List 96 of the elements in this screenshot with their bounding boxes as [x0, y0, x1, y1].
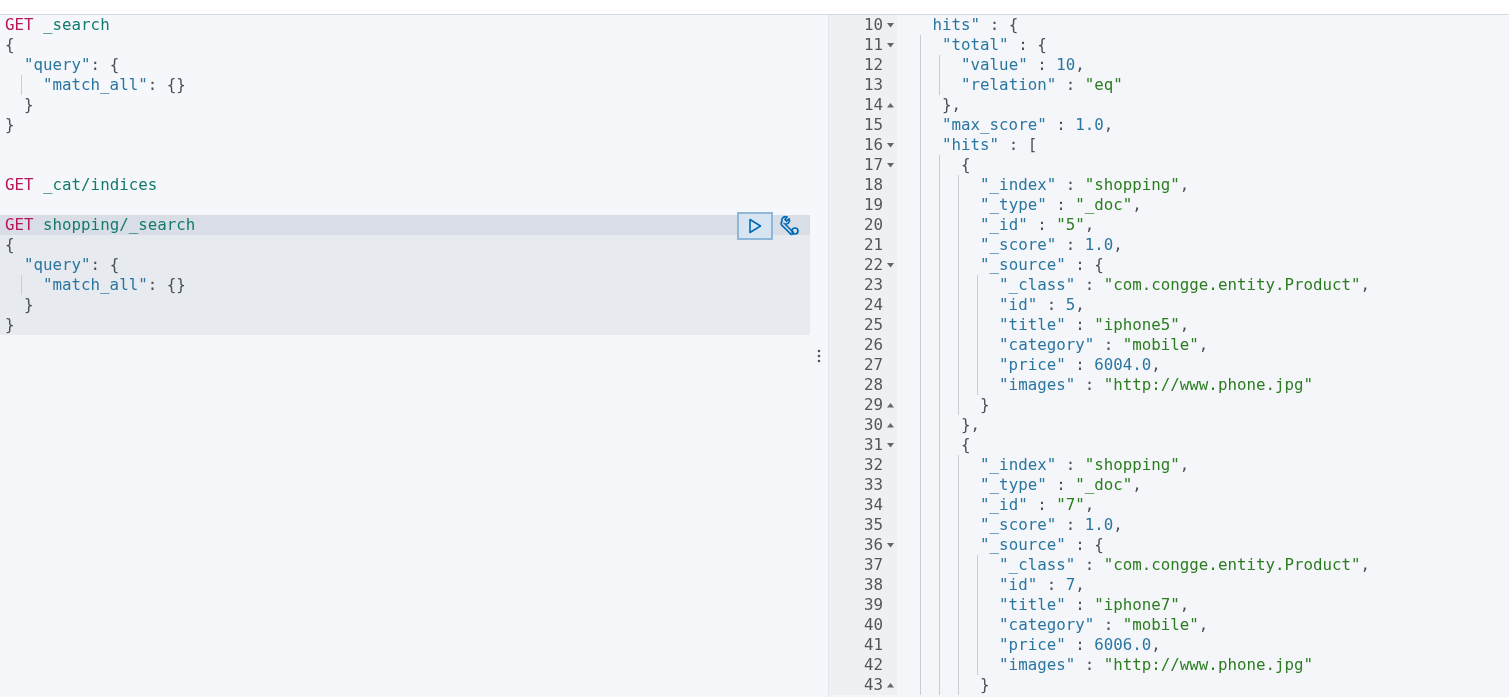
code-line: "_id" : "7", [979, 495, 1095, 515]
code-line: }, [960, 415, 981, 435]
line-number: 18 [863, 175, 883, 195]
line-number: 14 [863, 95, 883, 115]
code-line: GET shopping/_search [5, 215, 196, 235]
wrench-icon[interactable] [779, 215, 801, 237]
code-line: "match_all": {} [42, 275, 186, 295]
line-number: 41 [863, 635, 883, 655]
fold-arrow-icon[interactable] [886, 402, 894, 408]
line-number: 27 [863, 355, 883, 375]
code-line: } [5, 315, 15, 335]
code-line: "_type" : "_doc", [979, 475, 1142, 495]
fold-arrow-icon[interactable] [886, 422, 894, 428]
fold-arrow-icon[interactable] [886, 102, 894, 108]
play-icon [748, 218, 762, 234]
code-line: "images" : "http://www.phone.jpg" [998, 375, 1313, 395]
line-number: 22 [863, 255, 883, 275]
line-number: 40 [863, 615, 883, 635]
code-line: "category" : "mobile", [998, 335, 1209, 355]
code-line: "_class" : "com.congge.entity.Product", [998, 555, 1371, 575]
line-number: 39 [863, 595, 883, 615]
line-number: 15 [863, 115, 883, 135]
fold-arrow-icon[interactable] [886, 42, 894, 48]
line-number: 25 [863, 315, 883, 335]
line-number: 23 [863, 275, 883, 295]
code-line: "_type" : "_doc", [979, 195, 1142, 215]
resize-handle-icon[interactable] [817, 349, 821, 363]
code-line: "total" : { [941, 35, 1047, 55]
code-line: { [5, 235, 15, 255]
fold-arrow-icon[interactable] [886, 442, 894, 448]
line-number: 13 [863, 75, 883, 95]
run-button[interactable] [737, 212, 773, 240]
code-line: "relation" : "eq" [960, 75, 1123, 95]
line-number: 29 [863, 395, 883, 415]
line-number: 24 [863, 295, 883, 315]
code-line: "value" : 10, [960, 55, 1085, 75]
code-line: "query": { [23, 255, 120, 275]
line-number: 34 [863, 495, 883, 515]
line-number: 42 [863, 655, 883, 675]
line-number: 17 [863, 155, 883, 175]
line-number: 12 [863, 55, 883, 75]
line-number: 28 [863, 375, 883, 395]
code-line: "_score" : 1.0, [979, 235, 1123, 255]
fold-arrow-icon[interactable] [886, 542, 894, 548]
line-number: 16 [863, 135, 883, 155]
code-line: { [960, 435, 971, 455]
line-number: 30 [863, 415, 883, 435]
code-line: "match_all": {} [42, 75, 186, 95]
line-number: 32 [863, 455, 883, 475]
code-line: } [979, 675, 990, 695]
code-line: "price" : 6006.0, [998, 635, 1161, 655]
line-number: 38 [863, 575, 883, 595]
fold-arrow-icon[interactable] [886, 142, 894, 148]
code-line: "title" : "iphone7", [998, 595, 1190, 615]
line-number: 11 [863, 35, 883, 55]
code-line: "hits" : [ [941, 135, 1038, 155]
code-line: "id" : 7, [998, 575, 1085, 595]
fold-arrow-icon[interactable] [886, 162, 894, 168]
code-line: "category" : "mobile", [998, 615, 1209, 635]
line-number: 26 [863, 335, 883, 355]
code-line: "price" : 6004.0, [998, 355, 1161, 375]
code-line: "id" : 5, [998, 295, 1085, 315]
code-line: { [5, 35, 15, 55]
line-number: 35 [863, 515, 883, 535]
code-line: } [23, 95, 34, 115]
code-line: GET _search [5, 15, 110, 35]
code-line: "_index" : "shopping", [979, 455, 1190, 475]
line-number: 10 [863, 15, 883, 35]
code-line: GET _cat/indices [5, 175, 158, 195]
fold-arrow-icon[interactable] [886, 262, 894, 268]
code-line: } [23, 295, 34, 315]
code-line: "query": { [23, 55, 120, 75]
code-line: } [979, 395, 990, 415]
code-line: "title" : "iphone5", [998, 315, 1190, 335]
code-line: "_score" : 1.0, [979, 515, 1123, 535]
code-line: "_class" : "com.congge.entity.Product", [998, 275, 1371, 295]
line-number: 37 [863, 555, 883, 575]
fold-arrow-icon[interactable] [886, 22, 894, 28]
code-line: "_source" : { [979, 255, 1104, 275]
code-line: } [5, 115, 15, 135]
line-number: 31 [863, 435, 883, 455]
fold-arrow-icon[interactable] [886, 682, 894, 688]
code-line: { [960, 155, 971, 175]
code-line: "_id" : "5", [979, 215, 1095, 235]
code-line: "_index" : "shopping", [979, 175, 1190, 195]
code-line: "max_score" : 1.0, [941, 115, 1114, 135]
line-number: 19 [863, 195, 883, 215]
line-number: 43 [863, 675, 883, 695]
code-line: "images" : "http://www.phone.jpg" [998, 655, 1313, 675]
code-line: }, [941, 95, 962, 115]
code-line: "_source" : { [979, 535, 1104, 555]
line-number: 36 [863, 535, 883, 555]
line-number: 20 [863, 215, 883, 235]
line-number: 33 [863, 475, 883, 495]
line-number: 21 [863, 235, 883, 255]
code-line: hits" : { [931, 15, 1019, 35]
